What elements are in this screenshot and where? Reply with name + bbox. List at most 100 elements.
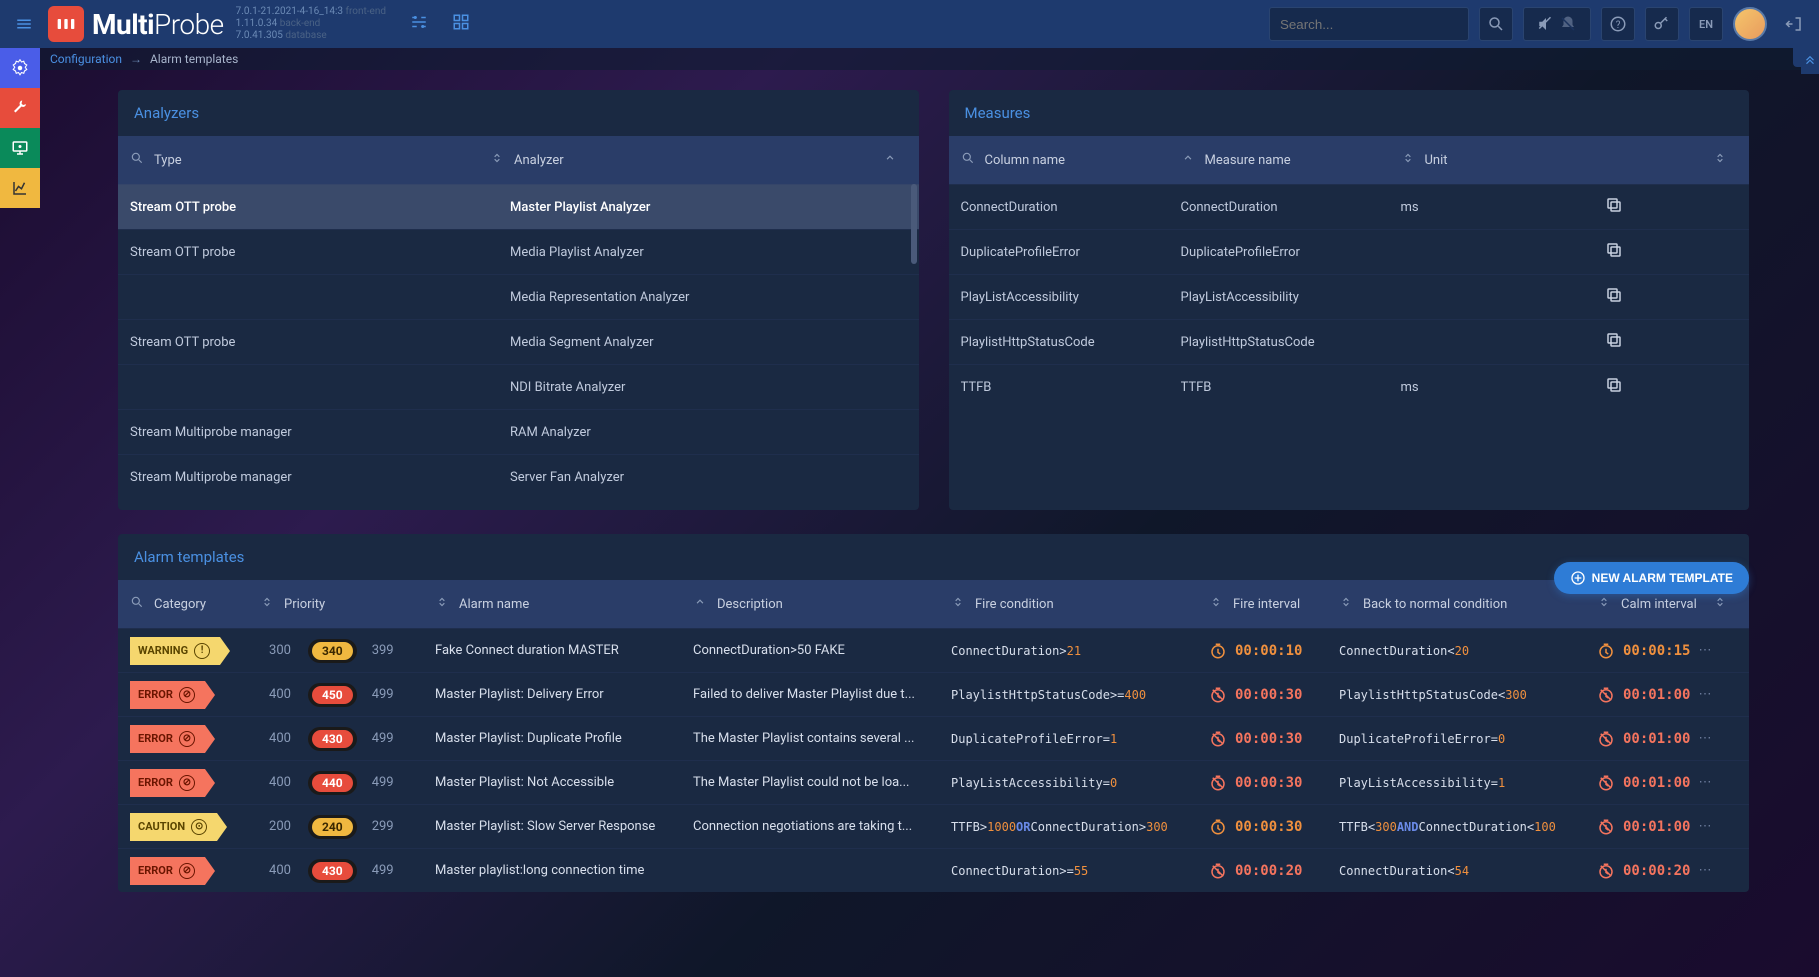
sort-icon[interactable] (941, 595, 975, 613)
brand-name: MultiProbe (92, 8, 224, 41)
analyzer-type: Stream Multiprobe manager (130, 425, 510, 440)
sidebar-monitor[interactable] (0, 128, 40, 168)
col-fire-condition[interactable]: Fire condition (975, 595, 1233, 613)
template-row[interactable]: ERROR⊘ 400 430 499 Master playlist:long … (118, 848, 1749, 892)
measure-row[interactable]: ConnectDurationConnectDurationms (949, 184, 1750, 229)
category-tag: ERROR⊘ (130, 857, 205, 885)
analyzer-row[interactable]: NDI Bitrate Analyzer (118, 364, 919, 409)
col-column-name[interactable]: Column name (985, 151, 1205, 169)
alarm-name: Master Playlist: Slow Server Response (435, 819, 693, 834)
measure-row[interactable]: TTFBTTFBms (949, 364, 1750, 409)
more-icon[interactable]: ⋯ (1690, 687, 1719, 702)
more-icon[interactable]: ⋯ (1690, 863, 1719, 878)
search-icon[interactable] (130, 595, 144, 613)
analyzer-row[interactable]: Stream OTT probeMedia Playlist Analyzer (118, 229, 919, 274)
alarm-name: Fake Connect duration MASTER (435, 643, 693, 658)
svg-text:?: ? (1616, 20, 1621, 31)
measure-row[interactable]: PlaylistHttpStatusCodePlaylistHttpStatus… (949, 319, 1750, 364)
breadcrumb-root[interactable]: Configuration (50, 52, 122, 66)
logout-button[interactable] (1777, 7, 1811, 41)
search-icon[interactable] (130, 151, 144, 169)
template-row[interactable]: CAUTION⊙ 200 240 299 Master Playlist: Sl… (118, 804, 1749, 848)
layout-grid-icon[interactable] (452, 13, 470, 35)
breadcrumb: Configuration → Alarm templates (0, 48, 1819, 70)
analyzer-name: Master Playlist Analyzer (510, 200, 907, 215)
col-priority[interactable]: Priority (284, 595, 459, 613)
copy-icon[interactable] (1601, 372, 1627, 402)
sort-icon[interactable] (1391, 151, 1425, 169)
sort-icon[interactable] (250, 595, 284, 613)
more-icon[interactable]: ⋯ (1690, 731, 1719, 746)
measure-column: ConnectDuration (961, 200, 1181, 215)
more-icon[interactable]: ⋯ (1690, 819, 1719, 834)
search-input[interactable] (1269, 7, 1469, 41)
analyzer-row[interactable]: Stream Multiprobe managerServer Fan Anal… (118, 454, 919, 494)
sidebar-settings[interactable] (0, 48, 40, 88)
sort-icon[interactable] (1703, 151, 1737, 169)
measure-row[interactable]: PlayListAccessibilityPlayListAccessibili… (949, 274, 1750, 319)
col-category[interactable]: Category (154, 595, 284, 613)
help-button[interactable]: ? (1601, 7, 1635, 41)
copy-icon[interactable] (1601, 237, 1627, 267)
col-fire-interval[interactable]: Fire interval (1233, 595, 1363, 613)
analyzer-row[interactable]: Media Representation Analyzer (118, 274, 919, 319)
sort-icon[interactable] (1199, 595, 1233, 613)
search-button[interactable] (1479, 7, 1513, 41)
col-type[interactable]: Type (154, 151, 514, 169)
sort-icon[interactable] (480, 151, 514, 169)
menu-toggle[interactable] (8, 8, 40, 40)
more-icon[interactable]: ⋯ (1690, 775, 1719, 790)
chevron-up-icon[interactable] (1171, 151, 1205, 169)
col-alarm-name[interactable]: Alarm name (459, 595, 717, 613)
col-measure-name[interactable]: Measure name (1205, 151, 1425, 169)
sidebar-tools[interactable] (0, 88, 40, 128)
template-row[interactable]: WARNING! 300 340 399 Fake Connect durati… (118, 628, 1749, 672)
measure-row[interactable]: DuplicateProfileErrorDuplicateProfileErr… (949, 229, 1750, 274)
col-analyzer[interactable]: Analyzer (514, 151, 907, 169)
analyzer-type: Stream Multiprobe manager (130, 470, 510, 485)
measure-name: ConnectDuration (1181, 200, 1401, 215)
back-condition: PlaylistHttpStatusCode<300 (1339, 688, 1597, 702)
sort-icon[interactable] (425, 595, 459, 613)
sort-icon[interactable] (1587, 595, 1621, 613)
chevron-up-icon[interactable] (873, 151, 907, 169)
collapse-right-icon[interactable] (1801, 48, 1819, 74)
alarm-description: Failed to deliver Master Playlist due t.… (693, 687, 951, 702)
category-tag: CAUTION⊙ (130, 813, 217, 841)
measures-title: Measures (949, 90, 1750, 136)
chevron-up-icon[interactable] (683, 595, 717, 613)
col-calm-interval[interactable]: Calm interval (1621, 595, 1737, 613)
template-row[interactable]: ERROR⊘ 400 430 499 Master Playlist: Dupl… (118, 716, 1749, 760)
template-row[interactable]: ERROR⊘ 400 450 499 Master Playlist: Deli… (118, 672, 1749, 716)
copy-icon[interactable] (1601, 282, 1627, 312)
measure-column: PlaylistHttpStatusCode (961, 335, 1181, 350)
search-icon[interactable] (961, 151, 975, 169)
language-button[interactable]: EN (1689, 7, 1723, 41)
alarm-name: Master playlist:long connection time (435, 863, 693, 878)
fire-condition: ConnectDuration>21 (951, 644, 1209, 658)
sort-icon[interactable] (1703, 595, 1737, 613)
category-tag: ERROR⊘ (130, 769, 205, 797)
analyzer-row[interactable]: Stream OTT probeMaster Playlist Analyzer (118, 184, 919, 229)
col-unit[interactable]: Unit (1425, 151, 1738, 169)
scrollbar[interactable] (911, 184, 917, 264)
calm-interval: 00:01:00 (1597, 774, 1690, 792)
analyzer-name: Media Segment Analyzer (510, 335, 907, 350)
analyzer-row[interactable]: Stream Multiprobe managerRAM Analyzer (118, 409, 919, 454)
fire-interval: 00:00:30 (1209, 686, 1302, 704)
template-row[interactable]: ERROR⊘ 400 440 499 Master Playlist: Not … (118, 760, 1749, 804)
key-button[interactable] (1645, 7, 1679, 41)
copy-icon[interactable] (1601, 192, 1627, 222)
mute-notifications[interactable] (1523, 7, 1591, 41)
sort-icon[interactable] (1329, 595, 1363, 613)
analyzer-row[interactable]: Stream OTT probeMedia Segment Analyzer (118, 319, 919, 364)
col-description[interactable]: Description (717, 595, 975, 613)
new-template-button[interactable]: NEW ALARM TEMPLATE (1554, 562, 1749, 594)
col-back-condition[interactable]: Back to normal condition (1363, 595, 1621, 613)
topbar: MultiProbe 7.0.1-21.2021-4-16_14:3 front… (0, 0, 1819, 48)
tuning-icon[interactable] (410, 13, 428, 35)
user-avatar[interactable] (1733, 7, 1767, 41)
more-icon[interactable]: ⋯ (1690, 643, 1719, 658)
copy-icon[interactable] (1601, 327, 1627, 357)
sidebar-analytics[interactable] (0, 168, 40, 208)
